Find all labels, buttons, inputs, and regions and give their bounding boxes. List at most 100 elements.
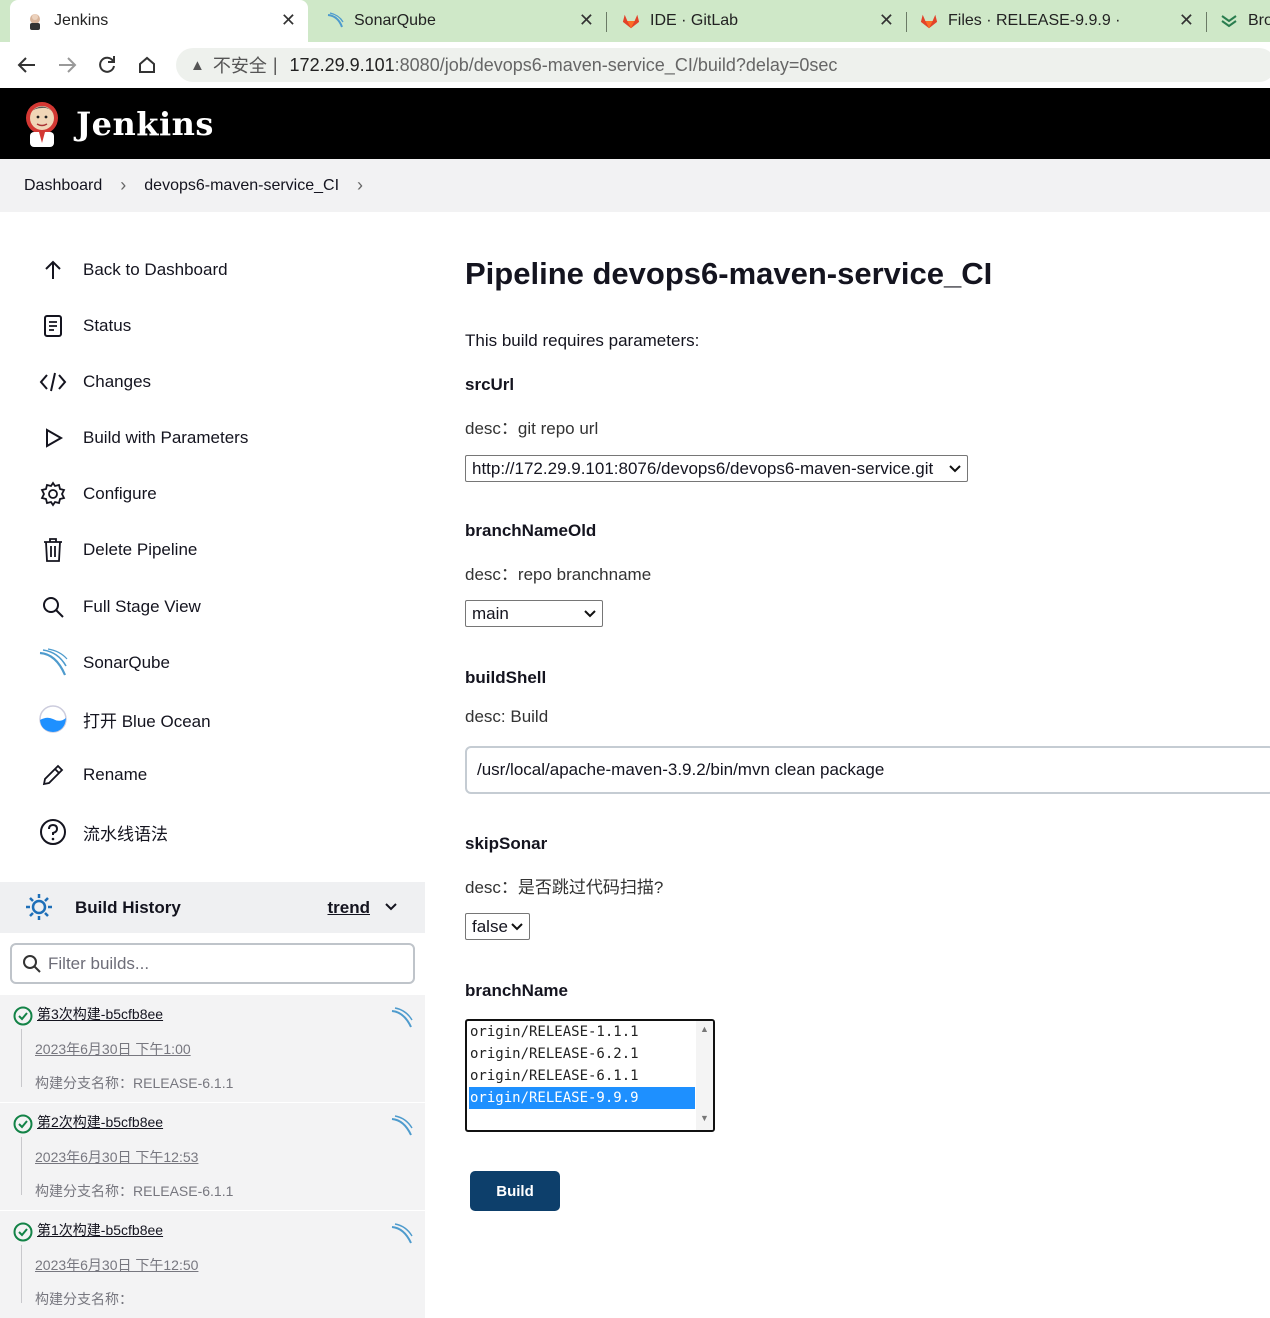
task-build-with-parameters[interactable]: Build with Parameters (38, 418, 248, 458)
reload-icon[interactable] (94, 52, 120, 78)
breadcrumb-dashboard[interactable]: Dashboard (24, 177, 102, 195)
branchnameold-select[interactable]: main (465, 600, 603, 627)
tab-jenkins[interactable]: Jenkins ✕ (10, 0, 308, 42)
close-tab-icon[interactable]: ✕ (1179, 10, 1194, 31)
task-full-stage-view[interactable]: Full Stage View (38, 587, 201, 627)
scroll-up-icon[interactable]: ▲ (700, 1024, 709, 1034)
search-icon (22, 954, 42, 979)
branchnameold-selected-value: main (472, 603, 509, 623)
task-label: Delete Pipeline (83, 540, 198, 559)
success-check-icon (13, 1114, 33, 1139)
filter-placeholder: Filter builds... (48, 953, 150, 973)
task-sonarqube[interactable]: SonarQube (38, 643, 170, 683)
task-label: Status (83, 316, 132, 335)
build-date-link[interactable]: 2023年6月30日 下午12:50 (35, 1255, 198, 1275)
tab-gitlab-files[interactable]: Files · RELEASE-9.9.9 · devops6 ✕ (908, 0, 1207, 42)
param-desc-srcurl: desc：git repo url (465, 419, 599, 438)
close-tab-icon[interactable]: ✕ (879, 10, 894, 31)
blue-ocean-icon (38, 704, 68, 734)
buildshell-input[interactable]: /usr/local/apache-maven-3.9.2/bin/mvn cl… (465, 746, 1270, 794)
build-row[interactable]: 第3次构建-b5cfb8ee 2023年6月30日 下午1:00 构建分支名称：… (0, 995, 425, 1102)
document-icon (38, 311, 68, 341)
chevron-right-icon: › (120, 175, 127, 195)
task-configure[interactable]: Configure (38, 474, 157, 514)
parameters-intro: This build requires parameters: (465, 331, 700, 350)
build-name-link[interactable]: 第2次构建-b5cfb8ee (37, 1112, 163, 1132)
branchname-listbox[interactable]: origin/RELEASE-1.1.1 origin/RELEASE-6.2.… (465, 1019, 715, 1132)
sonarqube-icon[interactable] (391, 1115, 413, 1142)
chevron-down-icon[interactable] (383, 896, 399, 923)
param-label-skipsonar: skipSonar (465, 834, 548, 853)
build-row[interactable]: 第2次构建-b5cfb8ee 2023年6月30日 下午12:53 构建分支名称… (0, 1103, 425, 1210)
url-host: 172.29.9.101 (289, 54, 395, 75)
build-name-link[interactable]: 第3次构建-b5cfb8ee (37, 1004, 163, 1024)
sonarqube-icon[interactable] (391, 1223, 413, 1250)
tab-title: Jenkins (54, 12, 109, 29)
buildshell-value: /usr/local/apache-maven-3.9.2/bin/mvn cl… (477, 760, 885, 779)
build-history-title: Build History (75, 897, 181, 917)
jenkins-logo-icon[interactable] (22, 99, 62, 149)
play-icon (38, 423, 68, 453)
task-label: Build with Parameters (83, 428, 249, 447)
task-status[interactable]: Status (38, 306, 131, 346)
build-row[interactable]: 第1次构建-b5cfb8ee 2023年6月30日 下午12:50 构建分支名称… (0, 1211, 425, 1318)
tab-title: Files · RELEASE-9.9.9 · devops6 (948, 12, 1124, 29)
task-blue-ocean[interactable]: 打开 Blue Ocean (38, 699, 211, 739)
url-field[interactable]: ▲ 不安全 | 172.29.9.101 :8080/job/devops6-m… (176, 48, 1270, 82)
success-check-icon (13, 1222, 33, 1247)
chevron-down-icon (948, 461, 962, 482)
chevron-down-icon (583, 606, 597, 627)
task-label: Back to Dashboard (83, 260, 228, 279)
tab-separator (1206, 12, 1207, 32)
sonarqube-favicon-icon (326, 12, 344, 30)
warning-icon: ▲ (190, 56, 205, 74)
task-rename[interactable]: Rename (38, 755, 147, 795)
tab-title: IDE · GitLab (650, 12, 739, 29)
tab-sonarqube[interactable]: SonarQube ✕ (310, 0, 607, 42)
build-date-link[interactable]: 2023年6月30日 下午1:00 (35, 1039, 191, 1059)
filter-builds-input[interactable]: Filter builds... (10, 943, 415, 984)
close-tab-icon[interactable]: ✕ (579, 10, 594, 31)
jenkins-header: Jenkins (0, 88, 1270, 159)
build-name-link[interactable]: 第1次构建-b5cfb8ee (37, 1220, 163, 1240)
task-pipeline-syntax[interactable]: 流水线语法 (38, 812, 168, 852)
build-history-icon (25, 893, 53, 926)
build-button[interactable]: Build (470, 1171, 560, 1211)
task-delete-pipeline[interactable]: Delete Pipeline (38, 530, 197, 570)
chevron-right-icon[interactable]: › (357, 175, 363, 196)
back-arrow-icon[interactable] (14, 52, 40, 78)
trend-link[interactable]: trend (328, 898, 371, 918)
help-icon (38, 817, 68, 847)
task-label: Changes (83, 372, 152, 391)
build-date-link[interactable]: 2023年6月30日 下午12:53 (35, 1147, 198, 1167)
tab-gitlab-ide[interactable]: IDE · GitLab ✕ (608, 0, 907, 42)
task-label: SonarQube (83, 653, 170, 672)
arrow-up-icon (38, 255, 68, 285)
jenkins-title[interactable]: Jenkins (76, 105, 214, 143)
branchname-option[interactable]: origin/RELEASE-6.2.1 (469, 1043, 695, 1065)
branchname-option[interactable]: origin/RELEASE-6.1.1 (469, 1065, 695, 1087)
code-icon (38, 367, 68, 397)
build-description: 构建分支名称： (35, 1291, 133, 1307)
param-desc-branchnameold: desc：repo branchname (465, 565, 652, 584)
home-icon[interactable] (134, 52, 160, 78)
branchname-option[interactable]: origin/RELEASE-1.1.1 (469, 1021, 695, 1043)
close-tab-icon[interactable]: ✕ (281, 10, 296, 31)
build-timeline (21, 1137, 22, 1195)
branchname-option-selected[interactable]: origin/RELEASE-9.9.9 (469, 1087, 695, 1109)
task-back-to-dashboard[interactable]: Back to Dashboard (38, 250, 228, 290)
breadcrumb-job[interactable]: devops6-maven-service_CI (144, 177, 339, 195)
param-desc-skipsonar: desc：是否跳过代码扫描? (465, 878, 664, 897)
scroll-down-icon[interactable]: ▼ (700, 1113, 709, 1123)
task-changes[interactable]: Changes (38, 362, 151, 402)
srcurl-selected-value: http://172.29.9.101:8076/devops6/devops6… (472, 458, 934, 478)
srcurl-select[interactable]: http://172.29.9.101:8076/devops6/devops6… (465, 455, 968, 482)
listbox-scrollbar[interactable]: ▲ ▼ (696, 1021, 713, 1130)
tab-blue-ocean[interactable]: Bro (1208, 0, 1270, 42)
skipsonar-select[interactable]: false (465, 913, 530, 940)
sonarqube-icon[interactable] (391, 1007, 413, 1034)
security-label: 不安全 (212, 56, 267, 76)
blueocean-favicon-icon (1220, 12, 1238, 30)
forward-arrow-icon[interactable] (54, 52, 80, 78)
build-timeline (21, 1029, 22, 1087)
